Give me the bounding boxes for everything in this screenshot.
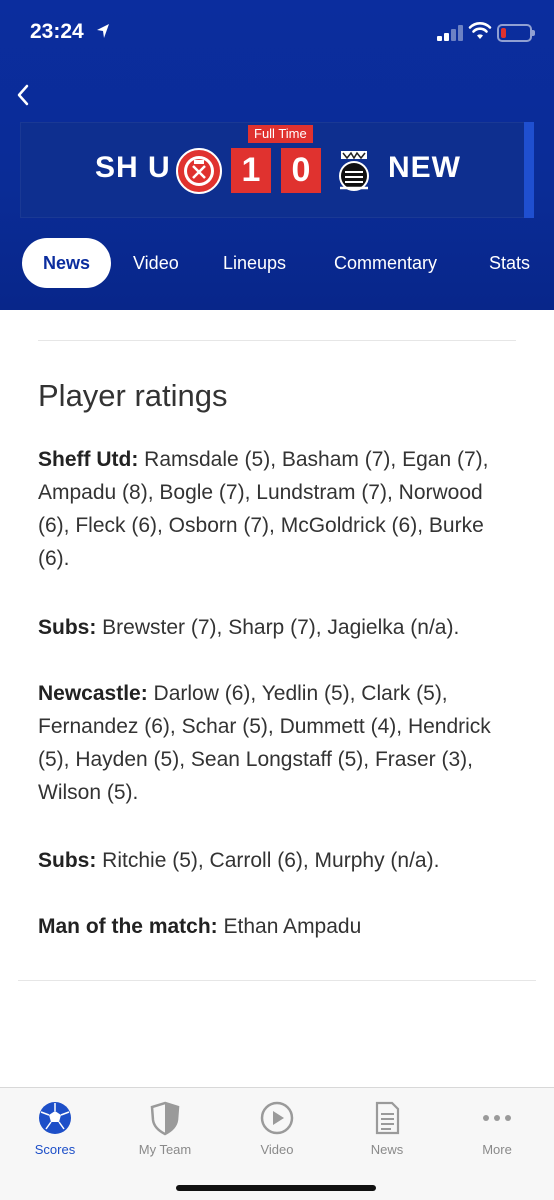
section-label: Subs:	[38, 616, 97, 639]
section-label: Newcastle:	[38, 682, 148, 705]
nav-video[interactable]: Video	[232, 1100, 322, 1157]
sheffield-united-crest-icon	[176, 148, 222, 194]
nav-more[interactable]: More	[452, 1100, 542, 1157]
nav-my-team[interactable]: My Team	[120, 1100, 210, 1157]
match-tabs: News Video Lineups Commentary Stats	[0, 238, 554, 290]
home-indicator[interactable]	[176, 1185, 376, 1191]
section-text: Ritchie (5), Carroll (6), Murphy (n/a).	[96, 849, 440, 872]
match-header: 23:24 Full Time SH U 1 0 NEW News Video …	[0, 0, 554, 310]
signal-icon	[437, 25, 463, 41]
tab-stats[interactable]: Stats	[489, 238, 530, 288]
tab-news[interactable]: News	[22, 238, 111, 288]
tab-commentary[interactable]: Commentary	[334, 238, 437, 288]
battery-icon	[497, 24, 535, 42]
bottom-tab-bar: Scores My Team Video News More	[0, 1087, 554, 1200]
nav-label: Video	[260, 1142, 294, 1157]
section-text: Brewster (7), Sharp (7), Jagielka (n/a).	[96, 616, 460, 639]
football-icon	[39, 1102, 71, 1134]
ratings-sheff-utd: Sheff Utd: Ramsdale (5), Basham (7), Ega…	[38, 443, 516, 575]
section-label: Man of the match:	[38, 915, 218, 938]
ratings-newcastle: Newcastle: Darlow (6), Yedlin (5), Clark…	[38, 677, 516, 809]
status-bar: 23:24	[0, 0, 554, 64]
away-score: 0	[281, 148, 321, 193]
nav-label: More	[482, 1142, 512, 1157]
ratings-sheff-utd-subs: Subs: Brewster (7), Sharp (7), Jagielka …	[38, 611, 516, 644]
nav-scores[interactable]: Scores	[10, 1100, 100, 1157]
status-time: 23:24	[30, 20, 84, 43]
location-arrow-icon	[97, 24, 109, 38]
play-icon	[260, 1101, 294, 1135]
wifi-icon	[468, 22, 492, 39]
section-label: Sheff Utd:	[38, 448, 139, 471]
document-icon	[375, 1101, 400, 1135]
content-divider	[18, 980, 536, 981]
ratings-newcastle-subs: Subs: Ritchie (5), Carroll (6), Murphy (…	[38, 844, 516, 877]
tab-video[interactable]: Video	[133, 238, 179, 288]
content-divider	[38, 340, 516, 341]
nav-label: My Team	[138, 1142, 192, 1157]
article-title: Player ratings	[38, 378, 228, 413]
man-of-the-match: Man of the match: Ethan Ampadu	[38, 910, 516, 943]
nav-label: News	[370, 1142, 404, 1157]
section-label: Subs:	[38, 849, 97, 872]
tab-lineups[interactable]: Lineups	[223, 238, 286, 288]
away-team-name: NEW	[388, 151, 461, 184]
home-score: 1	[231, 148, 271, 193]
newcastle-crest-icon	[339, 151, 369, 191]
more-dots-icon	[483, 1115, 511, 1121]
shield-icon	[150, 1101, 180, 1136]
home-team-name: SH U	[95, 151, 171, 184]
section-text: Ethan Ampadu	[217, 915, 362, 938]
nav-news[interactable]: News	[342, 1100, 432, 1157]
back-chevron-icon[interactable]	[10, 80, 40, 110]
nav-label: Scores	[34, 1142, 76, 1157]
match-status-badge: Full Time	[248, 125, 313, 143]
